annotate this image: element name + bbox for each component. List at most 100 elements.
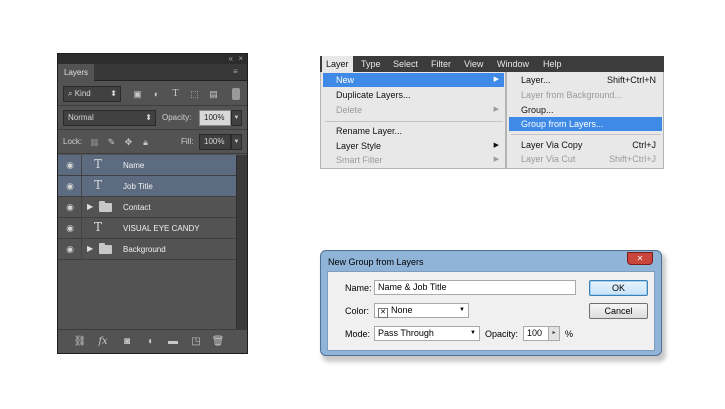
submenu-item-layer-from-background[interactable]: Layer from Background... [509, 88, 662, 102]
layer-row-background[interactable]: ◉ ▶ Background [58, 239, 236, 260]
submenu-item-group[interactable]: Group... [509, 103, 662, 117]
adjustment-filter-icon[interactable]: ◐ [150, 88, 163, 101]
fill-label: Fill: [181, 137, 194, 146]
layer-row-visual-eye-candy[interactable]: ◉ T VISUAL EYE CANDY [58, 218, 236, 239]
menu-shortcut: Ctrl+J [632, 140, 656, 150]
menu-item-label: Group... [521, 105, 554, 115]
menu-select[interactable]: Select [389, 56, 422, 72]
menu-view[interactable]: View [460, 56, 487, 72]
lock-label: Lock: [63, 137, 83, 146]
submenu-item-layer[interactable]: Layer... Shift+Ctrl+N [509, 73, 662, 87]
menu-item-label: Delete [336, 105, 363, 115]
menu-help[interactable]: Help [539, 56, 566, 72]
menu-item-label: Group from Layers... [521, 119, 604, 129]
blend-mode-select[interactable]: Normal ⬍ [63, 110, 156, 126]
lock-position-icon[interactable]: ✥ [122, 136, 135, 149]
layer-name: Job Title [123, 182, 153, 191]
menu-item-duplicate-layers[interactable]: Duplicate Layers... [323, 88, 504, 102]
tab-layers[interactable]: Layers [58, 64, 94, 81]
new-group-icon[interactable]: ▬ [166, 335, 180, 349]
eye-icon[interactable]: ◉ [64, 159, 76, 171]
menu-item-label: New [336, 75, 355, 85]
menu-type[interactable]: Type [357, 56, 385, 72]
ok-button[interactable]: OK [589, 280, 648, 296]
layer-row-contact[interactable]: ◉ ▶ Contact [58, 197, 236, 218]
panel-body: ⌕ Kind ⬍ ▣ ◐ T ⬚ ▤ Normal ⬍ Opacity: 100… [58, 81, 247, 329]
layers-scrollbar[interactable] [236, 155, 247, 329]
layer-name: Name [123, 161, 145, 170]
eye-icon[interactable]: ◉ [64, 243, 76, 255]
submenu-arrow-icon: ▶ [493, 142, 499, 149]
filter-kind-value: Kind [74, 89, 91, 98]
menu-layer[interactable]: Layer [322, 56, 353, 72]
menu-item-delete[interactable]: Delete ▶ [323, 103, 504, 117]
lock-pixels-icon[interactable]: ✎ [105, 136, 118, 149]
updown-icon: ⬍ [110, 89, 117, 98]
submenu-item-group-from-layers[interactable]: Group from Layers... [509, 117, 662, 131]
lock-all-icon[interactable]: 🔒︎ [139, 136, 152, 149]
link-layers-icon[interactable]: ⛓ [73, 335, 87, 349]
filter-toggle[interactable] [232, 88, 240, 100]
opacity-dropdown-icon[interactable]: ▼ [231, 110, 242, 126]
menu-item-rename-layer[interactable]: Rename Layer... [323, 124, 504, 138]
opacity-input[interactable]: 100% [199, 110, 231, 126]
trash-icon[interactable]: 🗑︎ [211, 335, 225, 349]
menu-item-smart-filter[interactable]: Smart Filter ▶ [323, 153, 504, 167]
mode-label: Mode: [345, 329, 371, 339]
layer-name: Background [123, 245, 166, 254]
name-field[interactable]: Name & Job Title [374, 280, 576, 295]
menu-window[interactable]: Window [493, 56, 533, 72]
divider [81, 197, 82, 217]
submenu-item-layer-via-cut[interactable]: Layer Via Cut Shift+Ctrl+J [509, 152, 662, 166]
mode-select[interactable]: Pass Through ▼ [374, 326, 480, 341]
close-icon[interactable]: ✕ [627, 252, 653, 265]
menubar: Layer Type Select Filter View Window Hel… [320, 56, 664, 72]
collapse-panel-icon[interactable]: « [229, 54, 233, 64]
folder-icon [99, 243, 112, 254]
search-icon: ⌕ [68, 89, 75, 98]
fill-dropdown-icon[interactable]: ▼ [231, 134, 242, 150]
divider [58, 153, 247, 154]
shape-filter-icon[interactable]: ⬚ [188, 88, 201, 101]
panel-menu-icon[interactable]: ≡ [233, 67, 243, 76]
new-group-dialog: New Group from Layers ✕ Name: Name & Job… [320, 250, 662, 356]
layer-row-job-title[interactable]: ◉ T Job Title [58, 176, 236, 197]
name-label: Name: [345, 283, 372, 293]
menu-item-label: Smart Filter [336, 155, 383, 165]
eye-icon[interactable]: ◉ [64, 222, 76, 234]
smart-object-filter-icon[interactable]: ▤ [207, 88, 220, 101]
cancel-button[interactable]: Cancel [589, 303, 648, 319]
dialog-title: New Group from Layers [328, 257, 424, 267]
opacity-label: Opacity: [485, 329, 519, 339]
expand-arrow-icon[interactable]: ▶ [87, 201, 93, 213]
panel-tabbar: Layers ≡ [58, 64, 247, 81]
blend-mode-value: Normal [68, 113, 94, 122]
expand-arrow-icon[interactable]: ▶ [87, 243, 93, 255]
layer-row-name[interactable]: ◉ T Name [58, 155, 236, 176]
layer-name: VISUAL EYE CANDY [123, 224, 200, 233]
add-mask-icon[interactable]: ◙ [120, 335, 134, 349]
color-select[interactable]: ✕ None ▼ [374, 303, 469, 318]
divider [81, 176, 82, 196]
opacity-slider-icon[interactable]: ▸ [548, 326, 560, 341]
type-filter-icon[interactable]: T [169, 88, 182, 101]
submenu-item-layer-via-copy[interactable]: Layer Via Copy Ctrl+J [509, 138, 662, 152]
menu-item-new[interactable]: New ▶ [323, 73, 504, 87]
menu-filter[interactable]: Filter [427, 56, 455, 72]
adjustment-layer-icon[interactable]: ◐ [144, 335, 158, 349]
opacity-field[interactable]: 100 [523, 326, 549, 341]
eye-icon[interactable]: ◉ [64, 180, 76, 192]
pixel-filter-icon[interactable]: ▣ [131, 88, 144, 101]
filter-kind-select[interactable]: ⌕ Kind ⬍ [63, 86, 121, 102]
menu-item-label: Rename Layer... [336, 126, 403, 136]
lock-transparent-icon[interactable]: ▦ [88, 136, 101, 149]
menu-item-label: Layer from Background... [521, 90, 623, 100]
menu-item-layer-style[interactable]: Layer Style ▶ [323, 139, 504, 153]
new-layer-icon[interactable]: ◳ [189, 335, 203, 349]
chevron-down-icon: ▼ [459, 307, 465, 313]
close-panel-icon[interactable]: × [238, 54, 243, 64]
color-label: Color: [345, 306, 370, 316]
eye-icon[interactable]: ◉ [64, 201, 76, 213]
fill-input[interactable]: 100% [199, 134, 231, 150]
layer-style-icon[interactable]: fx [96, 335, 110, 349]
